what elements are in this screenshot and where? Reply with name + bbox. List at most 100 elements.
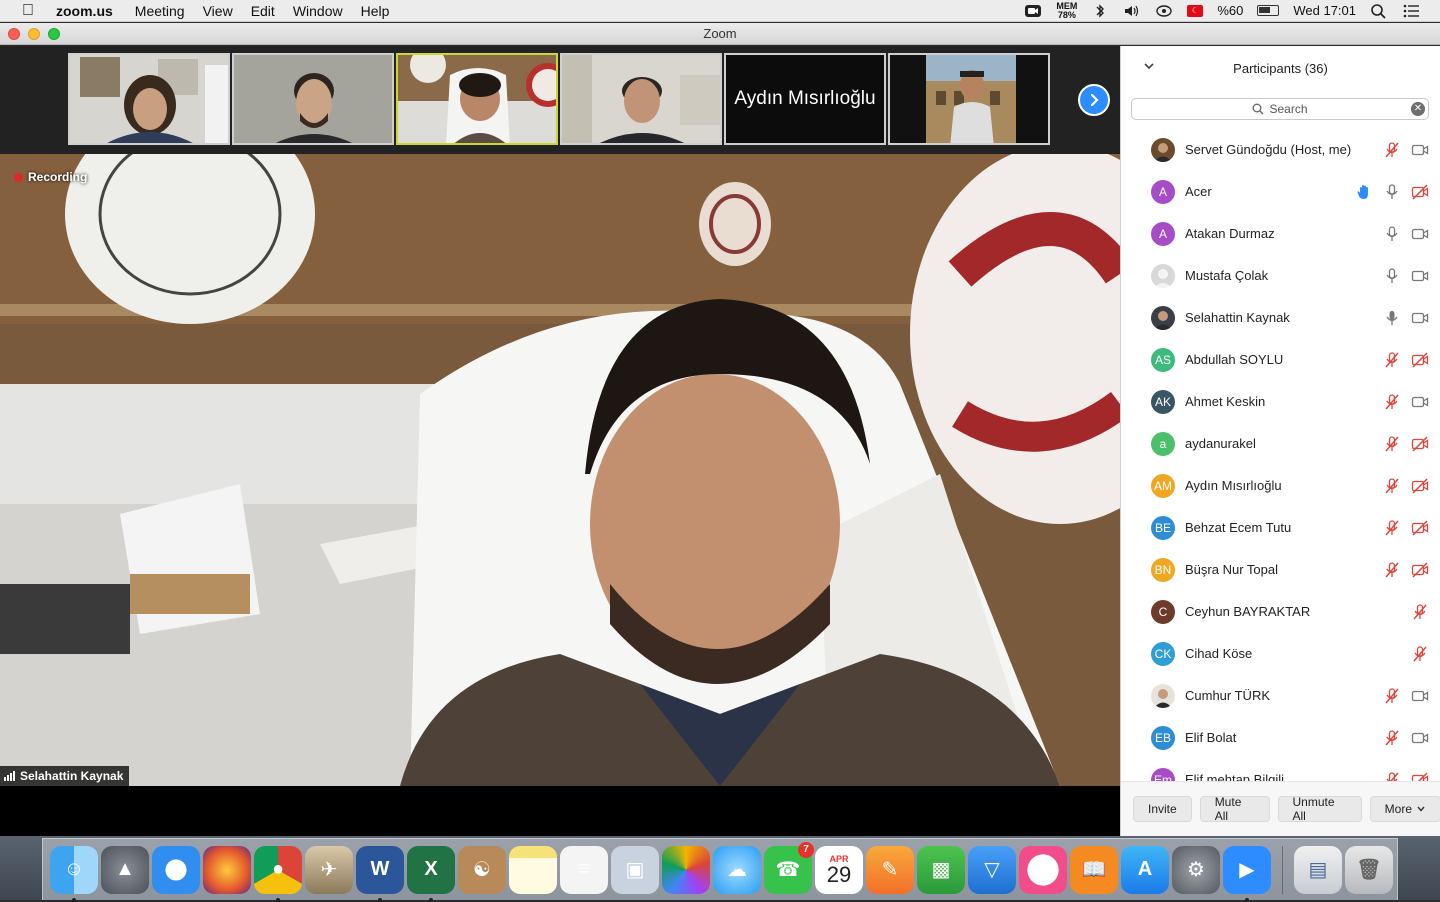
mic-active-icon[interactable]	[1383, 309, 1401, 327]
firefox-icon[interactable]	[203, 845, 251, 894]
video-thumbnail[interactable]	[888, 53, 1050, 145]
apple-icon[interactable]: 	[0, 2, 56, 20]
video-on-icon[interactable]	[1411, 141, 1429, 159]
mic-muted-icon[interactable]	[1383, 729, 1401, 747]
video-off-icon[interactable]	[1411, 771, 1429, 781]
menu-view[interactable]: View	[203, 3, 233, 19]
participant-row[interactable]: Em Elif mehtap Bilgili	[1121, 759, 1440, 781]
participant-row[interactable]: A Atakan Durmaz	[1121, 213, 1440, 255]
zoom-icon[interactable]: ▶	[1223, 845, 1271, 902]
video-thumbnail[interactable]	[232, 53, 394, 145]
mic-muted-icon[interactable]	[1383, 771, 1401, 781]
mic-muted-icon[interactable]	[1383, 477, 1401, 495]
video-off-icon[interactable]	[1411, 477, 1429, 495]
mic-muted-icon[interactable]	[1383, 519, 1401, 537]
image-capture-icon[interactable]: ▣	[611, 845, 659, 894]
mic-muted-icon[interactable]	[1411, 645, 1429, 663]
menu-app-name[interactable]: zoom.us	[56, 3, 113, 19]
contacts-icon[interactable]: ☯	[458, 845, 506, 894]
video-off-icon[interactable]	[1411, 183, 1429, 201]
numbers-icon[interactable]: ▩	[917, 845, 965, 894]
mic-muted-icon[interactable]	[1411, 603, 1429, 621]
participant-row[interactable]: a aydanurakel	[1121, 423, 1440, 465]
itunes-icon[interactable]: ♫	[1019, 845, 1067, 894]
memory-monitor[interactable]: MEM 78%	[1056, 1, 1077, 20]
battery-percentage[interactable]: %60	[1217, 3, 1243, 18]
participant-row[interactable]: BE Behzat Ecem Tutu	[1121, 507, 1440, 549]
video-off-icon[interactable]	[1411, 561, 1429, 579]
menu-meeting[interactable]: Meeting	[135, 3, 185, 19]
participant-row[interactable]: AS Abdullah SOYLU	[1121, 339, 1440, 381]
input-source-flag-icon[interactable]: ☾	[1187, 4, 1204, 17]
menu-window[interactable]: Window	[293, 3, 343, 19]
zoom-status-icon[interactable]	[1024, 3, 1042, 19]
safari-icon[interactable]: ✦	[152, 845, 200, 894]
preview-icon[interactable]: ✈	[305, 845, 353, 894]
bluetooth-icon[interactable]	[1091, 3, 1109, 19]
launchpad-icon[interactable]: ▲	[101, 845, 149, 894]
video-thumbnail[interactable]	[560, 53, 722, 145]
pages-icon[interactable]: ✎	[866, 845, 914, 894]
more-button[interactable]: More	[1369, 796, 1440, 822]
participant-row[interactable]: Mustafa Çolak	[1121, 255, 1440, 297]
facetime-icon[interactable]: ☎ 7	[764, 841, 814, 894]
keynote-icon[interactable]: ▽	[968, 845, 1016, 894]
calendar-icon[interactable]: APR 29	[815, 845, 863, 894]
mic-icon[interactable]	[1383, 267, 1401, 285]
video-on-icon[interactable]	[1411, 393, 1429, 411]
menu-edit[interactable]: Edit	[251, 3, 275, 19]
participant-row[interactable]: AM Aydın Mısırlıoğlu	[1121, 465, 1440, 507]
system-preferences-icon[interactable]: ⚙	[1172, 845, 1220, 894]
participant-row[interactable]: Servet Gündoğdu (Host, me)	[1121, 129, 1440, 171]
messages-icon[interactable]: ☁	[713, 845, 761, 894]
notes-icon[interactable]	[509, 845, 557, 894]
mic-muted-icon[interactable]	[1383, 435, 1401, 453]
menu-help[interactable]: Help	[361, 3, 390, 19]
participant-row[interactable]: BN Büşra Nur Topal	[1121, 549, 1440, 591]
volume-icon[interactable]	[1123, 3, 1141, 19]
video-thumbnail-name-only[interactable]: Aydın Mısırlıoğlu	[724, 53, 886, 145]
word-icon[interactable]: W	[356, 845, 404, 902]
video-on-icon[interactable]	[1411, 309, 1429, 327]
excel-icon[interactable]: X	[407, 845, 455, 902]
video-thumbnail[interactable]	[68, 53, 230, 145]
mic-icon[interactable]	[1383, 225, 1401, 243]
participants-search-input[interactable]: Search ✕	[1131, 98, 1429, 120]
participant-row[interactable]: A Acer	[1121, 171, 1440, 213]
video-off-icon[interactable]	[1411, 435, 1429, 453]
participants-list[interactable]: Servet Gündoğdu (Host, me) A Acer A Atakan D…	[1121, 129, 1440, 781]
active-speaker-video[interactable]	[0, 154, 1120, 786]
spotlight-search-icon[interactable]	[1370, 3, 1388, 19]
reminders-icon[interactable]: ≡	[560, 845, 608, 894]
video-on-icon[interactable]	[1411, 225, 1429, 243]
unmute-all-button[interactable]: Unmute All	[1277, 795, 1362, 823]
video-off-icon[interactable]	[1411, 351, 1429, 369]
clear-search-icon[interactable]: ✕	[1411, 102, 1425, 116]
participant-row[interactable]: Cumhur TÜRK	[1121, 675, 1440, 717]
recording-indicator[interactable]: Recording	[14, 170, 87, 184]
mic-muted-icon[interactable]	[1383, 687, 1401, 705]
next-page-button[interactable]	[1078, 84, 1110, 116]
battery-icon[interactable]	[1257, 5, 1280, 16]
screen-share-icon[interactable]	[1155, 3, 1173, 19]
chrome-icon[interactable]: ●	[254, 845, 302, 902]
mic-icon[interactable]	[1383, 183, 1401, 201]
participant-row[interactable]: C Ceyhun BAYRAKTAR	[1121, 591, 1440, 633]
downloads-stack-icon[interactable]: ▤	[1294, 845, 1342, 894]
finder-icon[interactable]: ☺	[50, 845, 98, 902]
participant-row[interactable]: AK Ahmet Keskin	[1121, 381, 1440, 423]
raised-hand-icon[interactable]	[1355, 183, 1373, 201]
video-on-icon[interactable]	[1411, 687, 1429, 705]
mic-muted-icon[interactable]	[1383, 351, 1401, 369]
mic-muted-icon[interactable]	[1383, 393, 1401, 411]
ibooks-icon[interactable]: 📖	[1070, 845, 1118, 894]
invite-button[interactable]: Invite	[1133, 796, 1192, 822]
trash-icon[interactable]: 🗑	[1345, 845, 1393, 894]
participant-row[interactable]: CK Cihad Köse	[1121, 633, 1440, 675]
video-on-icon[interactable]	[1411, 729, 1429, 747]
participant-row[interactable]: EB Elif Bolat	[1121, 717, 1440, 759]
app-store-icon[interactable]: A	[1121, 845, 1169, 894]
collapse-chevron-icon[interactable]	[1143, 60, 1155, 72]
notification-center-icon[interactable]	[1402, 3, 1420, 19]
menu-clock[interactable]: Wed 17:01	[1293, 3, 1356, 18]
